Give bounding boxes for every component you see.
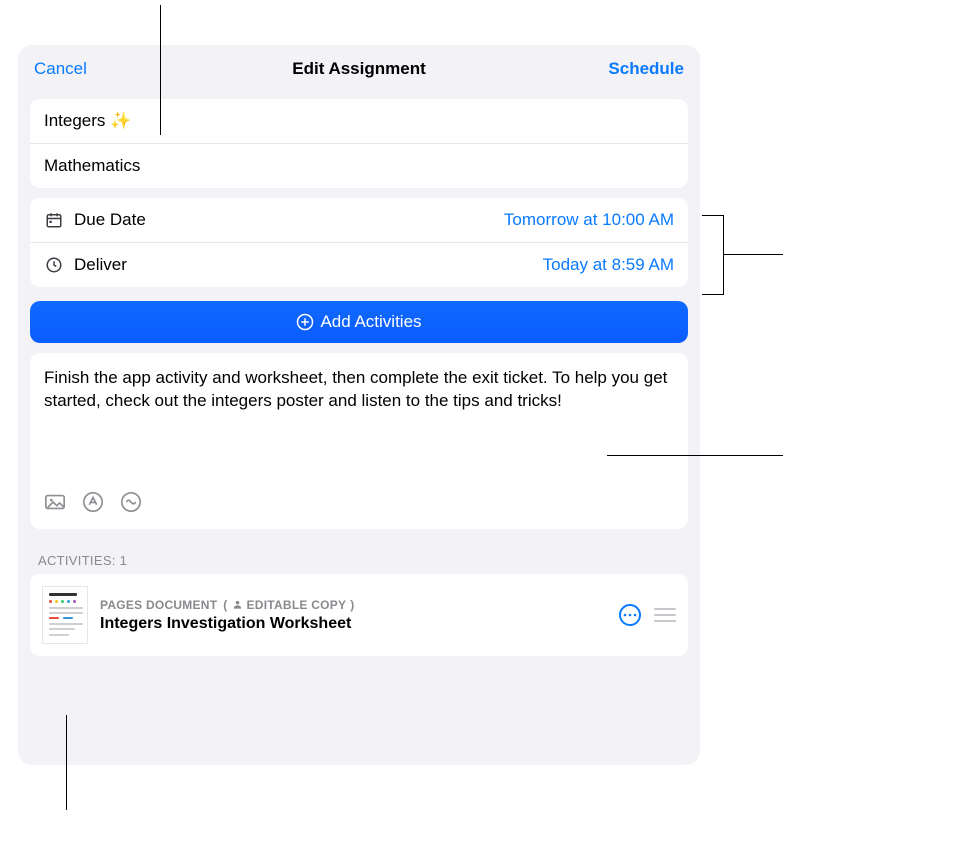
activity-share-mode: EDITABLE COPY: [247, 598, 347, 612]
edit-assignment-window: Cancel Edit Assignment Schedule Integers…: [18, 45, 700, 765]
header: Cancel Edit Assignment Schedule: [18, 45, 700, 89]
calendar-icon: [44, 210, 64, 230]
activity-more-button[interactable]: [618, 603, 642, 627]
activities-section-header: ACTIVITIES: 1: [38, 553, 680, 568]
activity-thumbnail: [42, 586, 88, 644]
activity-title: Integers Investigation Worksheet: [100, 615, 606, 633]
add-activities-label: Add Activities: [320, 312, 421, 332]
photo-icon[interactable]: [44, 491, 66, 513]
assignment-name-field[interactable]: Integers ✨: [30, 99, 688, 143]
plus-circle-icon: [296, 313, 314, 331]
callout-line: [66, 715, 67, 810]
activity-type-label: PAGES DOCUMENT: [100, 598, 217, 612]
callout-line: [160, 5, 161, 135]
assignment-name-value: Integers ✨: [44, 111, 131, 131]
deliver-row[interactable]: Deliver Today at 8:59 AM: [30, 242, 688, 287]
callout-line: [702, 215, 724, 216]
class-value: Mathematics: [44, 156, 140, 176]
due-date-value: Tomorrow at 10:00 AM: [504, 210, 674, 230]
clock-icon: [44, 255, 64, 275]
dates-section: Due Date Tomorrow at 10:00 AM Deliver To…: [30, 198, 688, 287]
callout-line: [702, 294, 724, 295]
class-field[interactable]: Mathematics: [30, 143, 688, 188]
activity-card[interactable]: PAGES DOCUMENT ( EDITABLE COPY ) Integer…: [30, 574, 688, 656]
instructions-text[interactable]: Finish the app activity and worksheet, t…: [44, 367, 674, 477]
schedule-button[interactable]: Schedule: [608, 59, 684, 79]
callout-line: [723, 254, 783, 255]
deliver-label: Deliver: [74, 255, 127, 275]
due-date-row[interactable]: Due Date Tomorrow at 10:00 AM: [30, 198, 688, 242]
media-attachments-row: [44, 491, 674, 513]
instructions-card: Finish the app activity and worksheet, t…: [30, 353, 688, 529]
add-activities-button[interactable]: Add Activities: [30, 301, 688, 343]
more-circle-icon: [618, 603, 642, 627]
drawing-icon[interactable]: [82, 491, 104, 513]
activity-actions: [618, 603, 676, 627]
cancel-button[interactable]: Cancel: [34, 59, 87, 79]
name-class-section: Integers ✨ Mathematics: [30, 99, 688, 188]
person-icon: [232, 599, 243, 610]
due-date-label: Due Date: [74, 210, 146, 230]
drag-handle-icon[interactable]: [654, 608, 676, 622]
audio-icon[interactable]: [120, 491, 142, 513]
callout-line: [607, 455, 783, 456]
page-title: Edit Assignment: [292, 59, 426, 79]
deliver-value: Today at 8:59 AM: [543, 255, 674, 275]
callout-line: [723, 215, 724, 295]
activity-meta: PAGES DOCUMENT ( EDITABLE COPY ) Integer…: [100, 598, 606, 633]
